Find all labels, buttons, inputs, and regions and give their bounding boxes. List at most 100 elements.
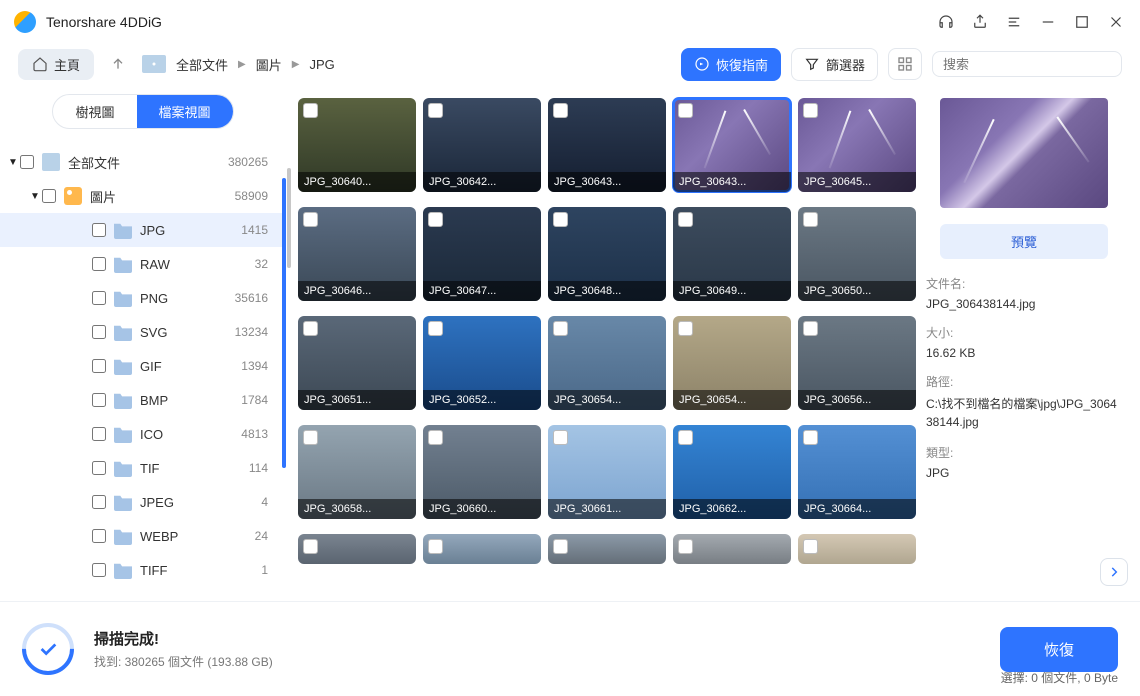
- recovery-guide-button[interactable]: 恢復指南: [681, 48, 781, 81]
- tree-row-圖片[interactable]: ▼圖片58909: [0, 179, 286, 213]
- share-icon[interactable]: [970, 12, 990, 32]
- search-input[interactable]: [943, 57, 1119, 72]
- thumb-checkbox[interactable]: [303, 103, 318, 118]
- thumb-checkbox[interactable]: [803, 321, 818, 336]
- file-thumb[interactable]: JPG_30664...: [798, 425, 916, 519]
- thumb-checkbox[interactable]: [803, 430, 818, 445]
- file-thumb[interactable]: JPG_30660...: [423, 425, 541, 519]
- thumb-checkbox[interactable]: [553, 212, 568, 227]
- file-thumb[interactable]: JPG_30654...: [548, 316, 666, 410]
- file-thumb[interactable]: JPG_30648...: [548, 207, 666, 301]
- tree-row-jpeg[interactable]: JPEG4: [0, 485, 286, 519]
- tree-checkbox[interactable]: [20, 155, 34, 169]
- file-thumb[interactable]: JPG_30654...: [673, 316, 791, 410]
- view-mode-button[interactable]: [888, 48, 922, 80]
- tree-view-tab[interactable]: 樹視圖: [53, 95, 136, 128]
- file-thumb[interactable]: JPG_30661...: [548, 425, 666, 519]
- file-thumb[interactable]: [798, 534, 916, 564]
- tree-row-tiff[interactable]: TIFF1: [0, 553, 286, 587]
- thumb-checkbox[interactable]: [428, 103, 443, 118]
- tree-checkbox[interactable]: [92, 563, 106, 577]
- tree-checkbox[interactable]: [92, 257, 106, 271]
- file-thumb[interactable]: JPG_30649...: [673, 207, 791, 301]
- thumb-checkbox[interactable]: [678, 103, 693, 118]
- thumb-checkbox[interactable]: [428, 212, 443, 227]
- recover-button[interactable]: 恢復: [1000, 627, 1118, 672]
- thumb-checkbox[interactable]: [678, 539, 693, 554]
- tree-row-gif[interactable]: GIF1394: [0, 349, 286, 383]
- close-icon[interactable]: [1106, 12, 1126, 32]
- file-thumb[interactable]: JPG_30651...: [298, 316, 416, 410]
- thumb-checkbox[interactable]: [803, 103, 818, 118]
- tree-row-webp[interactable]: WEBP24: [0, 519, 286, 553]
- breadcrumb-item[interactable]: 全部文件: [176, 55, 228, 74]
- thumb-caption: JPG_30658...: [298, 499, 416, 519]
- file-thumb[interactable]: JPG_30646...: [298, 207, 416, 301]
- file-thumb[interactable]: JPG_30652...: [423, 316, 541, 410]
- thumb-checkbox[interactable]: [553, 103, 568, 118]
- file-thumb[interactable]: JPG_30643...: [673, 98, 791, 192]
- thumb-checkbox[interactable]: [803, 539, 818, 554]
- file-thumb[interactable]: [423, 534, 541, 564]
- tree-checkbox[interactable]: [92, 461, 106, 475]
- tree-row-ico[interactable]: ICO4813: [0, 417, 286, 451]
- file-thumb[interactable]: JPG_30642...: [423, 98, 541, 192]
- file-thumb[interactable]: JPG_30656...: [798, 316, 916, 410]
- file-thumb[interactable]: JPG_30662...: [673, 425, 791, 519]
- thumb-checkbox[interactable]: [678, 321, 693, 336]
- up-button[interactable]: [104, 56, 132, 72]
- tree-row-raw[interactable]: RAW32: [0, 247, 286, 281]
- thumb-checkbox[interactable]: [553, 539, 568, 554]
- tree-checkbox[interactable]: [92, 325, 106, 339]
- tree-row-svg[interactable]: SVG13234: [0, 315, 286, 349]
- tree-checkbox[interactable]: [92, 529, 106, 543]
- filter-button[interactable]: 篩選器: [791, 48, 878, 81]
- file-view-tab[interactable]: 檔案視圖: [137, 95, 233, 128]
- tree-checkbox[interactable]: [92, 495, 106, 509]
- breadcrumb-item[interactable]: JPG: [309, 57, 334, 72]
- minimize-icon[interactable]: [1038, 12, 1058, 32]
- tree-row-全部文件[interactable]: ▼全部文件380265: [0, 145, 286, 179]
- file-thumb[interactable]: JPG_30640...: [298, 98, 416, 192]
- file-thumb[interactable]: JPG_30645...: [798, 98, 916, 192]
- thumb-checkbox[interactable]: [553, 321, 568, 336]
- thumb-checkbox[interactable]: [303, 321, 318, 336]
- thumb-checkbox[interactable]: [303, 430, 318, 445]
- file-thumb[interactable]: JPG_30647...: [423, 207, 541, 301]
- tree-row-tif[interactable]: TIF114: [0, 451, 286, 485]
- tree-checkbox[interactable]: [42, 189, 56, 203]
- thumb-checkbox[interactable]: [428, 430, 443, 445]
- support-icon[interactable]: [936, 12, 956, 32]
- file-thumb[interactable]: [548, 534, 666, 564]
- maximize-icon[interactable]: [1072, 12, 1092, 32]
- tree-count: 114: [249, 461, 268, 475]
- tree-checkbox[interactable]: [92, 359, 106, 373]
- thumb-checkbox[interactable]: [678, 212, 693, 227]
- file-thumb[interactable]: JPG_30650...: [798, 207, 916, 301]
- next-page-button[interactable]: [1100, 558, 1128, 586]
- home-button[interactable]: 主頁: [18, 49, 94, 80]
- file-thumb[interactable]: [298, 534, 416, 564]
- file-thumb[interactable]: JPG_30643...: [548, 98, 666, 192]
- tree-row-jpg[interactable]: JPG1415: [0, 213, 286, 247]
- preview-button[interactable]: 預覽: [940, 224, 1108, 259]
- search-box[interactable]: [932, 51, 1122, 77]
- tree-row-png[interactable]: PNG35616: [0, 281, 286, 315]
- breadcrumb-item[interactable]: 圖片: [256, 55, 282, 74]
- thumb-checkbox[interactable]: [428, 539, 443, 554]
- file-thumb[interactable]: [673, 534, 791, 564]
- thumb-checkbox[interactable]: [428, 321, 443, 336]
- tree-row-bmp[interactable]: BMP1784: [0, 383, 286, 417]
- tree-checkbox[interactable]: [92, 427, 106, 441]
- thumb-checkbox[interactable]: [803, 212, 818, 227]
- thumb-checkbox[interactable]: [303, 539, 318, 554]
- thumb-checkbox[interactable]: [553, 430, 568, 445]
- menu-icon[interactable]: [1004, 12, 1024, 32]
- thumb-checkbox[interactable]: [303, 212, 318, 227]
- tree-checkbox[interactable]: [92, 291, 106, 305]
- file-thumb[interactable]: JPG_30658...: [298, 425, 416, 519]
- tree-checkbox[interactable]: [92, 223, 106, 237]
- thumb-caption: JPG_30642...: [423, 172, 541, 192]
- thumb-checkbox[interactable]: [678, 430, 693, 445]
- tree-checkbox[interactable]: [92, 393, 106, 407]
